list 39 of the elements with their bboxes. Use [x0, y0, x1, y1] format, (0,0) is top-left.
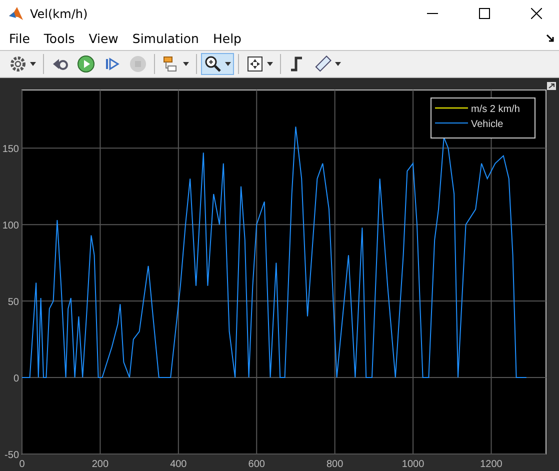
legend-label: Vehicle — [471, 119, 504, 130]
zoom-button[interactable] — [201, 53, 234, 75]
close-icon — [530, 8, 542, 19]
y-tick-label: -50 — [4, 450, 19, 461]
menu-item[interactable]: Help — [206, 31, 248, 46]
menu-item[interactable]: Simulation — [125, 31, 206, 46]
x-tick-label: 800 — [326, 459, 344, 470]
caret-icon — [183, 62, 189, 66]
run-icon — [77, 55, 95, 73]
minimize-icon — [426, 12, 438, 14]
x-tick-label: 1200 — [480, 459, 502, 470]
stop-icon — [129, 55, 147, 73]
caret-icon — [30, 62, 36, 66]
menu-item[interactable]: View — [82, 31, 126, 46]
app-logo-icon — [8, 6, 24, 22]
gear-icon — [9, 55, 27, 73]
window-title: Vel(km/h) — [30, 6, 89, 20]
x-tick-label: 600 — [248, 459, 265, 470]
legend-line — [434, 122, 468, 124]
undock-arrow-icon[interactable] — [546, 34, 555, 43]
y-tick-label: 0 — [13, 374, 19, 385]
menu-item[interactable]: File — [2, 31, 37, 46]
undock-icon[interactable] — [547, 82, 556, 90]
step-forward-icon — [103, 55, 121, 73]
x-tick-label: 1000 — [402, 459, 424, 470]
y-tick-label: 100 — [2, 220, 19, 232]
x-tick-label: 200 — [92, 459, 109, 470]
menu-item[interactable]: Tools — [36, 31, 82, 46]
maximize-icon — [478, 8, 490, 19]
zoom-in-icon — [204, 55, 222, 73]
y-tick-label: 150 — [2, 144, 19, 156]
fit-to-view-icon — [246, 55, 264, 73]
caret-icon — [225, 62, 231, 66]
x-tick-label: 0 — [19, 459, 25, 470]
legend-label: m/s 2 km/h — [471, 104, 520, 115]
caret-icon — [267, 62, 273, 66]
x-tick-label: 400 — [170, 459, 187, 470]
caret-icon — [335, 62, 341, 66]
y-tick-label: 50 — [8, 297, 19, 308]
